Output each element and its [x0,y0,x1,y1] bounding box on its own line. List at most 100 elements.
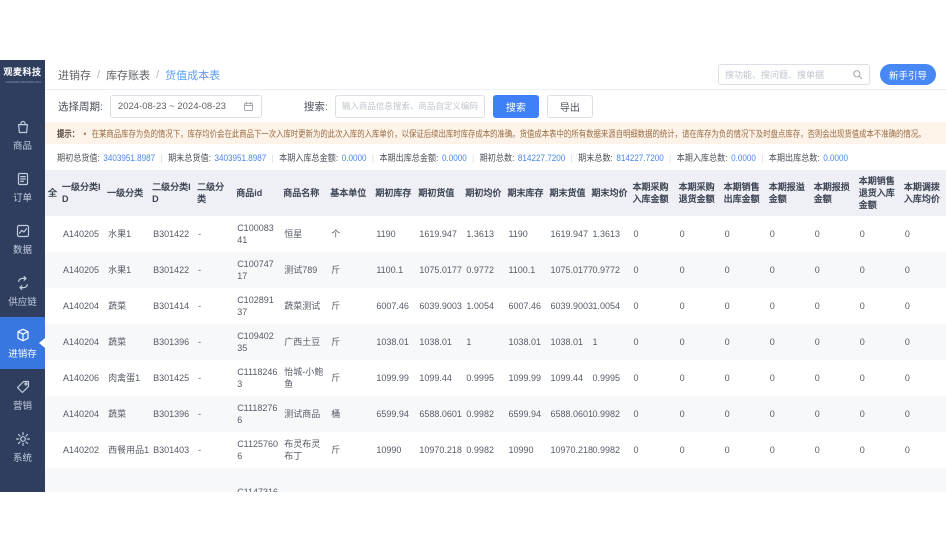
row-select-cell[interactable] [45,252,60,288]
cell: C10940235 [237,331,274,353]
cell: 斤 [331,337,341,347]
cell: A140204 [63,409,100,419]
product-search-input[interactable] [341,101,478,111]
cell: 6039.9003 [550,301,594,311]
row-select-cell[interactable] [45,216,60,252]
summary-item-value: 814227.7200 [616,152,664,163]
cell: 0 [814,301,820,311]
table-row[interactable]: A140204 蔬菜 B301396- C10940235 广西土豆斤 1038.01 10… [45,324,946,360]
summary-item-value: 814227.7200 [517,152,566,163]
table-row-partial[interactable]: C1147316 [45,468,946,492]
cell: - [198,337,202,347]
cell: 斤 [331,301,341,311]
cell: 斤 [331,373,341,383]
cell: 水果1 [108,229,132,239]
cell [105,468,150,492]
table-row[interactable]: A140205 水果1 B301422- C10008341 恒星 个 1190 1619.9… [45,216,946,252]
cell: B301425 [153,373,190,383]
cell: 0 [724,337,730,347]
cell: 0 [769,229,775,239]
cell: 1.0054 [466,301,494,311]
data-chart-icon [16,224,29,237]
cell [631,468,677,492]
summary-item-label: 期初总货值: [57,152,100,163]
summary-item-label: 期初总数: [479,152,515,163]
column-header: 基本单位 [328,170,374,216]
cell: 1038.01 [550,337,584,347]
table-row[interactable]: A140204 蔬菜 B301414- C10289137 蔬菜测试斤 6007.46 60… [45,288,946,324]
sidebar-item-system[interactable]: 系统 [0,421,45,473]
cell: 0 [679,373,685,383]
column-header: 期末均价 [589,170,631,216]
order-document-icon [17,172,28,185]
cell: 1075.0177 [550,265,594,275]
breadcrumb-item[interactable]: 进销存 [58,67,91,83]
cell: 6599.94 [508,409,541,419]
column-header: 一级分类ID [60,170,106,216]
breadcrumb-item[interactable]: 库存账表 [106,67,150,83]
row-select-cell[interactable] [45,288,60,324]
table-row[interactable]: A140202 西餐用品1 B301403- C11257606 布灵布灵布丁斤 1099… [45,432,946,468]
sidebar-item-goods[interactable]: 商品 [0,109,45,161]
cell: 6007.46 [376,301,409,311]
cell: 0 [633,337,639,347]
cell: B301422 [153,265,190,275]
column-header: 期末库存 [505,170,548,216]
cell [902,468,946,492]
cell: 0 [859,301,865,311]
cell: C11257606 [237,439,279,461]
beginner-guide-button[interactable]: 新手引导 [879,64,936,85]
cell [812,468,857,492]
cell [373,468,416,492]
search-icon[interactable] [852,69,863,80]
cell: 蔬菜 [108,337,127,347]
cell: 6039.9003 [419,301,462,311]
sidebar-item-label: 系统 [12,452,32,464]
column-header: 本期销售退货入库金额 [856,170,902,216]
row-select-cell[interactable] [45,396,60,432]
sidebar-item-label: 订单 [12,192,32,204]
cell: 6007.46 [508,301,541,311]
cell: - [198,373,202,383]
sidebar-item-orders[interactable]: 订单 [0,161,45,213]
summary-separator: | [669,152,672,163]
breadcrumb: 进销存 / 库存账表 / 货值成本表 [58,67,220,83]
cell: A140206 [63,373,100,383]
sidebar-item-inventory[interactable]: 进销存 [0,317,45,369]
column-header: 期末货值 [547,170,590,216]
row-select-cell[interactable] [45,360,60,396]
cell [60,468,105,492]
sidebar-item-marketing[interactable]: 营销 [0,369,45,421]
cell: 0.9995 [466,373,494,383]
cell: 0 [904,301,910,311]
brand-name: 观麦科技 [3,67,42,77]
cell: 6599.94 [376,409,409,419]
brand-logo: 观麦科技 GUANMAI TECHNOLOGY [0,60,45,87]
cell: 0.9772 [466,265,494,275]
sidebar-item-supply-chain[interactable]: 供应链 [0,265,45,317]
date-range-picker[interactable]: 2024-08-23 ~ 2024-08-23 [109,94,262,118]
cell [857,468,902,492]
table-row[interactable]: A140205 水果1 B301422- C10074717 测试789 斤 1100.1 1… [45,252,946,288]
row-select-cell[interactable] [45,432,60,468]
cell: 0 [904,409,910,419]
table-row[interactable]: A140204 蔬菜 B301396- C11182766 测试商品桶 6599.94 65… [45,396,946,432]
global-search-input[interactable] [724,69,852,80]
summary-separator: | [371,152,375,163]
search-button[interactable]: 搜索 [492,94,539,118]
cell: 0 [633,409,639,419]
cell: 0 [859,373,865,383]
cell: 1190 [376,229,396,239]
table-row[interactable]: A140206 肉禽蛋1 B301425- C11182463 怡城-小鲍鱼斤 1099.… [45,360,946,396]
summary-item-value: 3403951.8987 [214,152,267,163]
cell [150,468,195,492]
export-button[interactable]: 导出 [546,94,593,118]
sidebar-item-data[interactable]: 数据 [0,213,45,265]
row-select-cell[interactable] [45,324,60,360]
row-select-cell[interactable] [45,468,60,492]
screen: 观麦科技 GUANMAI TECHNOLOGY 商品 订单 数据 供应链 进销存… [0,0,946,546]
cell: 0.9982 [466,409,494,419]
select-all-header[interactable]: 全 [45,170,61,216]
calendar-icon[interactable] [243,101,254,112]
cell: B301396 [153,409,190,419]
